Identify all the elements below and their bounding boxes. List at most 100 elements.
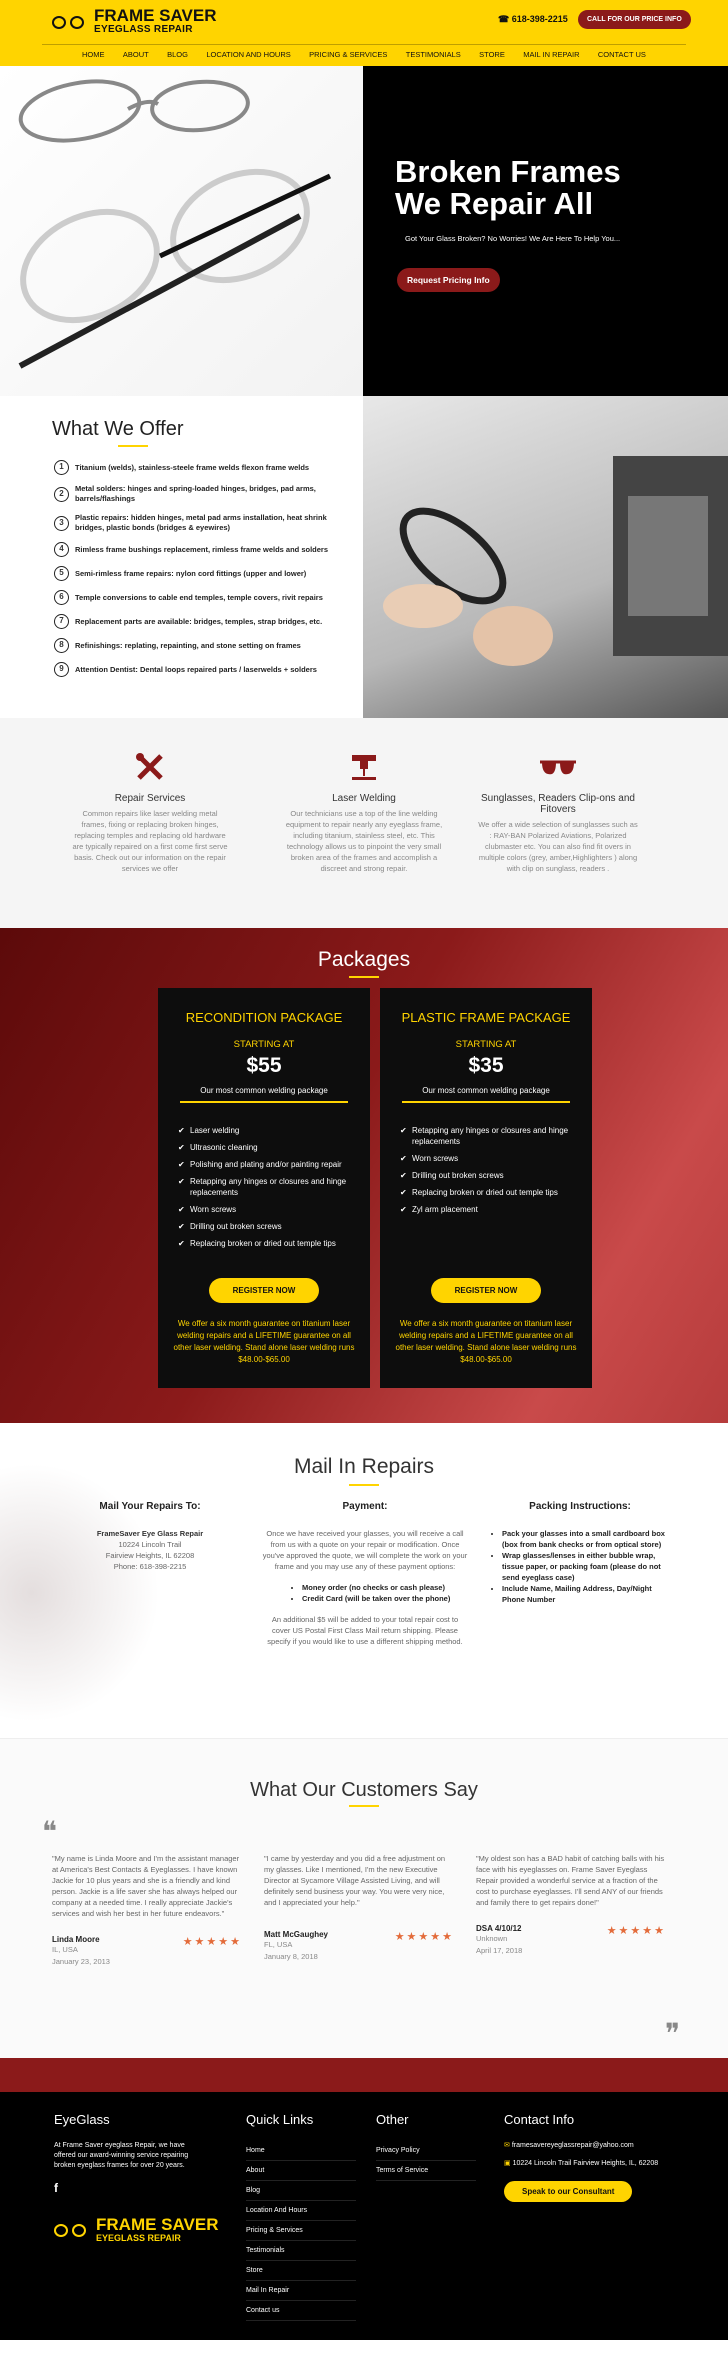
hero-title-line2: We Repair All [395,186,594,221]
laser-icon [352,755,376,780]
service-text: Our technicians use a top of the line we… [285,809,443,873]
testimonial-date: January 8, 2018 [264,1952,318,1961]
testimonial-text: "I came by yesterday and you did a free … [264,1854,446,1907]
footer-about-text: At Frame Saver eyeglass Repair, we have … [54,2142,189,2169]
feature-item: Replacing broken or dried out temple tip… [400,1187,572,1198]
footer-about-title: EyeGlass [54,2112,110,2127]
number-5-icon: 5 [54,566,69,581]
footer-link-mail-in[interactable]: Mail In Repair [246,2281,356,2301]
register-button[interactable]: REGISTER NOW [431,1278,541,1303]
service-title: Repair Services [114,793,186,804]
number-6-icon: 6 [54,590,69,605]
hero-banner: Broken Frames We Repair All Got Your Gla… [363,66,728,396]
header-phone[interactable]: ☎ 618-398-2215 [498,14,568,25]
feature-item: Retapping any hinges or closures and hin… [178,1176,350,1198]
star-rating-icon: ★★★★★ [394,1931,454,1943]
offer-item-text: Titanium (welds), stainless-steele frame… [75,462,310,472]
package-note: We offer a six month guarantee on titani… [395,1319,577,1364]
footer-quick-links: Quick Links Home About Blog Location And… [246,2112,356,2321]
mail-company: FrameSaver Eye Glass Repair [96,1529,204,1538]
footer-link-location[interactable]: Location And Hours [246,2201,356,2221]
packages-title: Packages [317,948,411,971]
footer-link-privacy[interactable]: Privacy Policy [376,2141,476,2161]
payment-option: Money order (no checks or cash please) [302,1582,468,1593]
nav-mail-in-repair[interactable]: MAIL IN REPAIR [523,50,579,59]
testimonial-date: January 23, 2013 [52,1957,110,1966]
offer-title: What We Offer [52,418,184,440]
nav-about[interactable]: ABOUT [123,50,149,59]
nav-store[interactable]: STORE [479,50,505,59]
service-laser: Laser Welding Our technicians use a top … [284,752,444,874]
nav-pricing[interactable]: PRICING & SERVICES [309,50,387,59]
offer-section: What We Offer 1 Titanium (welds), stainle… [0,396,728,718]
offer-item-text: Plastic repairs: hidden hinges, metal pa… [75,513,327,532]
packing-item: Wrap glasses/lenses in either bubble wra… [502,1550,670,1583]
footer-logo[interactable]: FRAME SAVER EYEGLASS REPAIR [54,2216,218,2243]
footer-link-testimonials[interactable]: Testimonials [246,2241,356,2261]
package-name: RECONDITION PACKAGE [185,1010,343,1025]
package-starting: STARTING AT [455,1039,517,1050]
email-text: framesavereyeglassrepair@yahoo.com [511,2142,634,2149]
payment-text2: An additional $5 will be added to your t… [267,1615,463,1646]
payment-option: Credit Card (will be taken over the phon… [302,1593,468,1604]
offer-item-text: Attention Dentist: Dental loops repaired… [75,664,317,674]
mail-packing-col: Packing Instructions: Pack your glasses … [490,1501,670,1605]
quick-links-title: Quick Links [246,2112,314,2127]
testimonial-text: "My name is Linda Moore and I'm the assi… [52,1854,240,1918]
package-starting: STARTING AT [233,1039,295,1050]
offer-item-text: Metal solders: hinges and spring-loaded … [75,484,316,503]
package-card-recondition: RECONDITION PACKAGE STARTING AT $55 Our … [158,988,370,1388]
address-text: 10224 Lincoln Trail Fairview Heights, IL… [512,2160,659,2167]
footer-link-pricing[interactable]: Pricing & Services [246,2221,356,2241]
footer-logo-subtitle: EYEGLASS REPAIR [96,2233,181,2243]
mail-underline [349,1484,379,1486]
call-price-button[interactable]: CALL FOR OUR PRICE INFO [578,10,691,29]
star-rating-icon: ★★★★★ [606,1925,666,1937]
number-3-icon: 3 [54,515,69,531]
facebook-icon[interactable]: f [54,2181,204,2195]
offer-underline [118,445,148,447]
request-pricing-button[interactable]: Request Pricing Info [397,268,500,292]
footer-link-terms[interactable]: Terms of Service [376,2161,476,2181]
package-price: $55 [246,1054,282,1077]
testimonials-section: What Our Customers Say ❝ "My name is Lin… [0,1738,728,2058]
testimonial-card: "My name is Linda Moore and I'm the assi… [52,1853,242,1968]
other-title: Other [376,2112,409,2127]
payment-text: Once we have received your glasses, you … [262,1529,468,1571]
package-desc: Our most common welding package [200,1086,328,1095]
service-repair: Repair Services Common repairs like lase… [70,752,230,874]
list-item: 4 Rimless frame bushings replacement, rim… [54,542,354,557]
feature-item: Drilling out broken screws [400,1170,572,1181]
testimonial-text: "My oldest son has a BAD habit of catchi… [476,1854,665,1907]
mail-phone: Phone: 618-398-2215 [113,1562,187,1571]
register-button[interactable]: REGISTER NOW [209,1278,319,1303]
nav-home[interactable]: HOME [82,50,105,59]
consultant-button[interactable]: Speak to our Consultant [504,2181,633,2202]
service-title: Sunglasses, Readers Clip-ons and Fitover… [481,793,635,815]
packing-list: Pack your glasses into a small cardboard… [502,1528,670,1605]
package-features: Retapping any hinges or closures and hin… [380,1103,592,1215]
site-footer: EyeGlass At Frame Saver eyeglass Repair,… [0,2092,728,2340]
mail-icon: ✉ [504,2142,510,2149]
footer-link-blog[interactable]: Blog [246,2181,356,2201]
site-header: FRAME SAVER EYEGLASS REPAIR ☎ 618-398-22… [0,0,728,66]
list-item: 6 Temple conversions to cable end temples… [54,590,354,605]
nav-location[interactable]: LOCATION AND HOURS [206,50,290,59]
package-name: PLASTIC FRAME PACKAGE [401,1010,571,1025]
footer-link-home[interactable]: Home [246,2141,356,2161]
logo-title: FRAME SAVER [94,6,217,25]
footer-link-contact[interactable]: Contact us [246,2301,356,2321]
glasses-logo-icon [52,12,88,32]
services-section: Repair Services Common repairs like lase… [0,718,728,928]
offer-list: 1 Titanium (welds), stainless-steele fram… [54,460,354,686]
nav-blog[interactable]: BLOG [167,50,188,59]
feature-item: Worn screws [400,1153,572,1164]
logo[interactable]: FRAME SAVER EYEGLASS REPAIR [52,6,217,35]
nav-testimonials[interactable]: TESTIMONIALS [406,50,461,59]
footer-link-about[interactable]: About [246,2161,356,2181]
nav-contact[interactable]: CONTACT US [598,50,646,59]
footer-email[interactable]: ✉ framesavereyeglassrepair@yahoo.com [504,2141,694,2149]
testimonial-date: April 17, 2018 [476,1946,523,1955]
footer-about: EyeGlass At Frame Saver eyeglass Repair,… [54,2112,204,2195]
footer-link-store[interactable]: Store [246,2261,356,2281]
